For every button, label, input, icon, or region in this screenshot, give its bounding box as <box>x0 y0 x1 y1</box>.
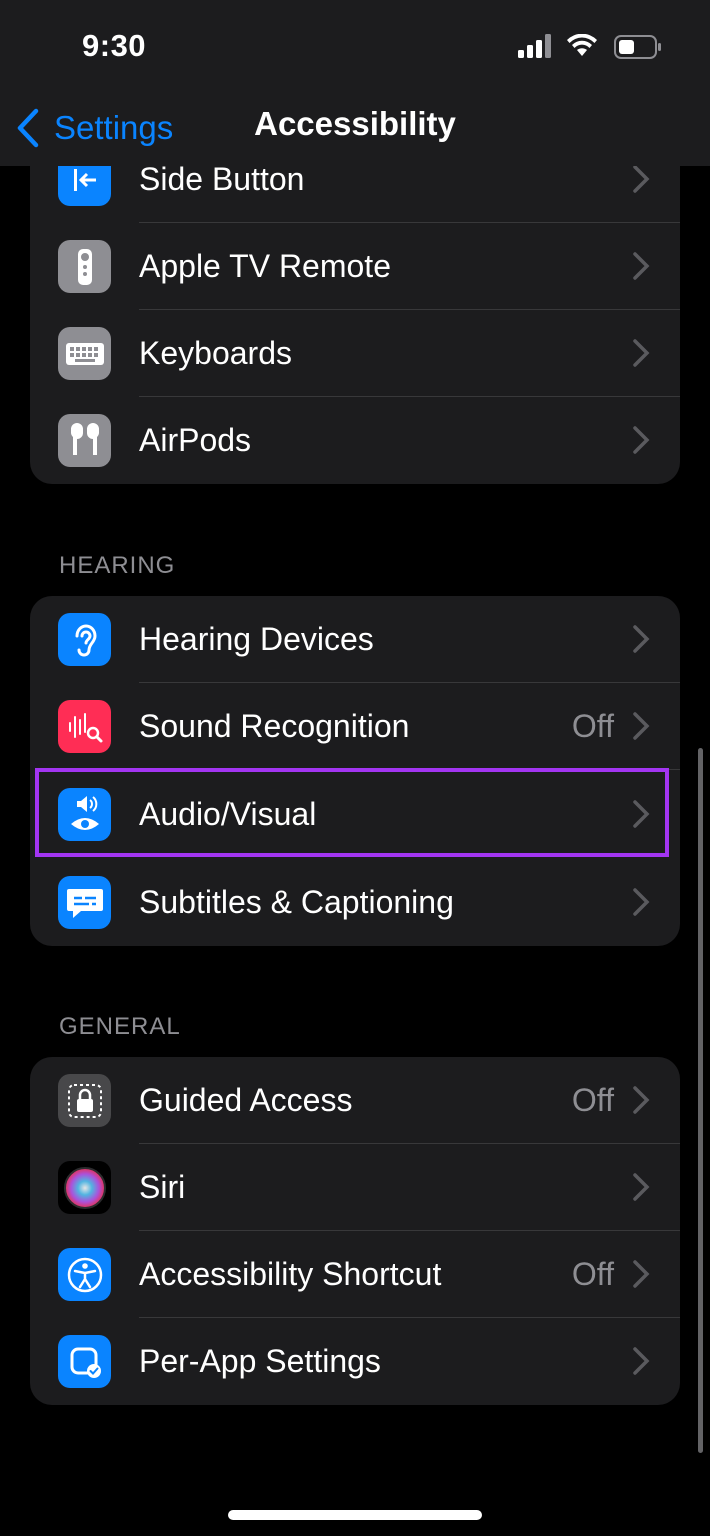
list-item-per-app-settings[interactable]: Per-App Settings <box>30 1318 680 1405</box>
battery-icon <box>614 35 661 59</box>
chevron-right-icon <box>633 165 650 193</box>
list-item-sound-recognition[interactable]: Sound Recognition Off <box>30 683 680 770</box>
navigation-bar: Settings Accessibility <box>0 95 710 166</box>
status-bar: 9:30 <box>0 0 710 95</box>
chevron-right-icon <box>633 888 650 916</box>
keyboard-icon <box>58 327 111 380</box>
list-item-subtitles-captioning[interactable]: Subtitles & Captioning <box>30 859 680 946</box>
list-item-label: Guided Access <box>139 1082 353 1118</box>
list-item-accessibility-shortcut[interactable]: Accessibility Shortcut Off <box>30 1231 680 1318</box>
chevron-right-icon <box>633 1347 650 1375</box>
list-item-label: Accessibility Shortcut <box>139 1256 442 1292</box>
scroll-indicator[interactable] <box>698 748 703 1453</box>
general-group: Guided Access Off Siri Accessibility Sho… <box>30 1057 680 1405</box>
list-item-apple-tv-remote[interactable]: Apple TV Remote <box>30 223 680 310</box>
highlight-box <box>35 768 669 857</box>
lock-frame-icon <box>58 1074 111 1127</box>
waveform-search-icon <box>58 700 111 753</box>
list-item-keyboards[interactable]: Keyboards <box>30 310 680 397</box>
chevron-right-icon <box>633 1173 650 1201</box>
app-check-icon <box>58 1335 111 1388</box>
list-item-airpods[interactable]: AirPods <box>30 397 680 484</box>
cellular-signal-icon <box>518 34 551 58</box>
list-item-guided-access[interactable]: Guided Access Off <box>30 1057 680 1144</box>
interaction-group: Side Button Apple TV Remote Keyboards Ai… <box>30 136 680 484</box>
chevron-right-icon <box>633 1086 650 1114</box>
ear-icon <box>58 613 111 666</box>
chevron-right-icon <box>633 712 650 740</box>
accessibility-icon <box>58 1248 111 1301</box>
page-title: Accessibility <box>254 105 456 142</box>
section-header-general: GENERAL <box>59 1013 181 1040</box>
tv-remote-icon <box>58 240 111 293</box>
home-indicator[interactable] <box>228 1510 482 1520</box>
list-item-siri[interactable]: Siri <box>30 1144 680 1231</box>
list-item-label: Siri <box>139 1169 186 1205</box>
list-item-label: Per-App Settings <box>139 1343 381 1379</box>
chevron-right-icon <box>633 252 650 280</box>
chevron-right-icon <box>633 625 650 653</box>
list-item-label: Sound Recognition <box>139 708 410 744</box>
airpods-icon <box>58 414 111 467</box>
list-item-label: Keyboards <box>139 335 292 371</box>
list-item-label: Apple TV Remote <box>139 248 391 284</box>
wifi-icon <box>567 34 597 56</box>
list-item-value: Off <box>571 1082 614 1118</box>
list-item-value: Off <box>571 708 614 744</box>
caption-bubble-icon <box>58 876 111 929</box>
section-header-hearing: HEARING <box>59 552 176 579</box>
chevron-right-icon <box>633 1260 650 1288</box>
list-item-hearing-devices[interactable]: Hearing Devices <box>30 596 680 683</box>
list-item-label: AirPods <box>139 422 252 458</box>
list-item-label: Hearing Devices <box>139 621 374 657</box>
chevron-right-icon <box>633 426 650 454</box>
status-time: 9:30 <box>82 28 147 63</box>
chevron-right-icon <box>633 339 650 367</box>
list-item-label: Subtitles & Captioning <box>139 884 454 920</box>
list-item-value: Off <box>571 1256 614 1292</box>
siri-icon <box>58 1161 111 1214</box>
